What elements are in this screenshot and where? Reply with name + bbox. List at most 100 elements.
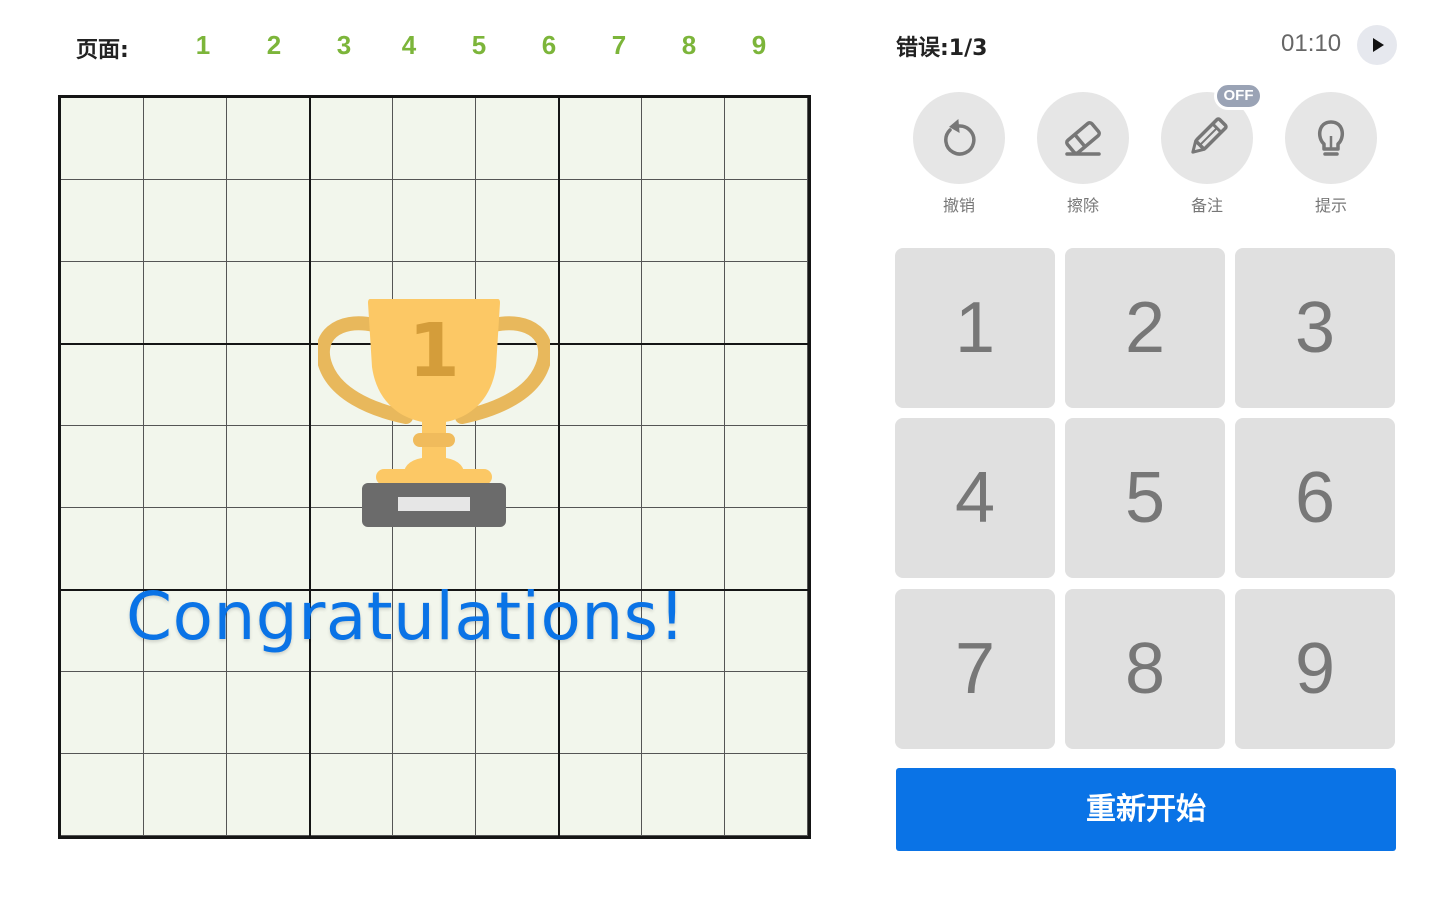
play-icon <box>1373 38 1384 52</box>
board-cell[interactable] <box>642 180 725 262</box>
numpad-key-9[interactable]: 9 <box>1235 589 1395 749</box>
board-cell[interactable] <box>725 262 808 344</box>
erase-button-circle <box>1037 92 1129 184</box>
numpad-key-2[interactable]: 2 <box>1065 248 1225 408</box>
undo-button-circle <box>913 92 1005 184</box>
board-cell[interactable] <box>476 98 559 180</box>
board-cell[interactable] <box>476 672 559 754</box>
board-cell[interactable] <box>642 672 725 754</box>
board-cell[interactable] <box>144 180 227 262</box>
board-cell[interactable] <box>393 98 476 180</box>
board-cell[interactable] <box>144 426 227 508</box>
board-cell[interactable] <box>642 426 725 508</box>
box-divider-vertical <box>309 98 311 836</box>
board-cell[interactable] <box>642 754 725 836</box>
board-cell[interactable] <box>559 344 642 426</box>
board-cell[interactable] <box>61 426 144 508</box>
board-cell[interactable] <box>725 426 808 508</box>
eraser-icon <box>1065 121 1101 156</box>
page-link-8[interactable]: 8 <box>674 30 704 61</box>
board-cell[interactable] <box>144 98 227 180</box>
board-cell[interactable] <box>559 98 642 180</box>
trophy-rank: 1 <box>408 308 460 394</box>
board-cell[interactable] <box>227 754 310 836</box>
erase-label: 擦除 <box>1066 196 1099 215</box>
board-cell[interactable] <box>61 754 144 836</box>
numpad-key-6[interactable]: 6 <box>1235 418 1395 578</box>
board-cell[interactable] <box>559 180 642 262</box>
board-cell[interactable] <box>725 754 808 836</box>
page-link-4[interactable]: 4 <box>394 30 424 61</box>
board-cell[interactable] <box>227 344 310 426</box>
erase-button[interactable]: 擦除 <box>1037 92 1129 217</box>
board-cell[interactable] <box>642 344 725 426</box>
board-cell[interactable] <box>144 754 227 836</box>
board-cell[interactable] <box>61 262 144 344</box>
board-cell[interactable] <box>227 98 310 180</box>
board-cell[interactable] <box>393 754 476 836</box>
board-cell[interactable] <box>725 180 808 262</box>
page-link-5[interactable]: 5 <box>464 30 494 61</box>
numpad-key-7[interactable]: 7 <box>895 589 1055 749</box>
board-cell[interactable] <box>144 344 227 426</box>
board-cell[interactable] <box>61 344 144 426</box>
board-cell[interactable] <box>61 180 144 262</box>
page-selector-label: 页面: <box>76 38 129 63</box>
board-cell[interactable] <box>227 180 310 262</box>
board-cell[interactable] <box>310 98 393 180</box>
board-cell[interactable] <box>725 508 808 590</box>
page-link-1[interactable]: 1 <box>188 30 218 61</box>
board-cell[interactable] <box>393 672 476 754</box>
numpad-key-3[interactable]: 3 <box>1235 248 1395 408</box>
board-cell[interactable] <box>144 262 227 344</box>
undo-label: 撤销 <box>942 196 975 215</box>
board-cell[interactable] <box>144 672 227 754</box>
hint-label: 提示 <box>1314 196 1347 215</box>
board-cell[interactable] <box>559 426 642 508</box>
page-link-7[interactable]: 7 <box>604 30 634 61</box>
board-cell[interactable] <box>61 98 144 180</box>
board-cell[interactable] <box>310 180 393 262</box>
board-cell[interactable] <box>642 98 725 180</box>
board-cell[interactable] <box>725 590 808 672</box>
page-link-2[interactable]: 2 <box>259 30 289 61</box>
page-link-6[interactable]: 6 <box>534 30 564 61</box>
restart-button[interactable]: 重新开始 <box>896 768 1396 851</box>
board-cell[interactable] <box>642 262 725 344</box>
lightbulb-icon <box>1317 120 1345 156</box>
board-cell[interactable] <box>476 754 559 836</box>
numpad-key-5[interactable]: 5 <box>1065 418 1225 578</box>
board-cell[interactable] <box>725 98 808 180</box>
notes-button[interactable]: 备注 <box>1161 92 1253 217</box>
undo-button[interactable]: 撤销 <box>913 92 1005 217</box>
numpad-key-1[interactable]: 1 <box>895 248 1055 408</box>
notes-label: 备注 <box>1190 196 1223 215</box>
hint-button-circle <box>1285 92 1377 184</box>
numpad-key-4[interactable]: 4 <box>895 418 1055 578</box>
undo-icon <box>944 119 976 156</box>
trophy-icon: 1 <box>315 297 553 531</box>
box-divider-vertical <box>558 98 560 836</box>
pencil-icon <box>1191 117 1228 154</box>
board-cell[interactable] <box>559 672 642 754</box>
board-cell[interactable] <box>393 180 476 262</box>
board-cell[interactable] <box>61 672 144 754</box>
board-cell[interactable] <box>725 344 808 426</box>
board-cell[interactable] <box>559 262 642 344</box>
board-cell[interactable] <box>310 672 393 754</box>
board-cell[interactable] <box>227 672 310 754</box>
play-button[interactable] <box>1357 25 1397 65</box>
board-cell[interactable] <box>476 180 559 262</box>
board-cell[interactable] <box>227 426 310 508</box>
notes-status-badge: OFF <box>1214 82 1263 110</box>
page-selector: 页面: 1 2 3 4 5 6 7 8 9 <box>76 28 816 63</box>
page-link-9[interactable]: 9 <box>744 30 774 61</box>
board-cell[interactable] <box>559 754 642 836</box>
board-cell[interactable] <box>310 754 393 836</box>
hint-button[interactable]: 提示 <box>1285 92 1377 217</box>
page-link-3[interactable]: 3 <box>329 30 359 61</box>
board-cell[interactable] <box>725 672 808 754</box>
congratulations-message: Congratulations! <box>126 578 686 655</box>
numpad-key-8[interactable]: 8 <box>1065 589 1225 749</box>
board-cell[interactable] <box>227 262 310 344</box>
